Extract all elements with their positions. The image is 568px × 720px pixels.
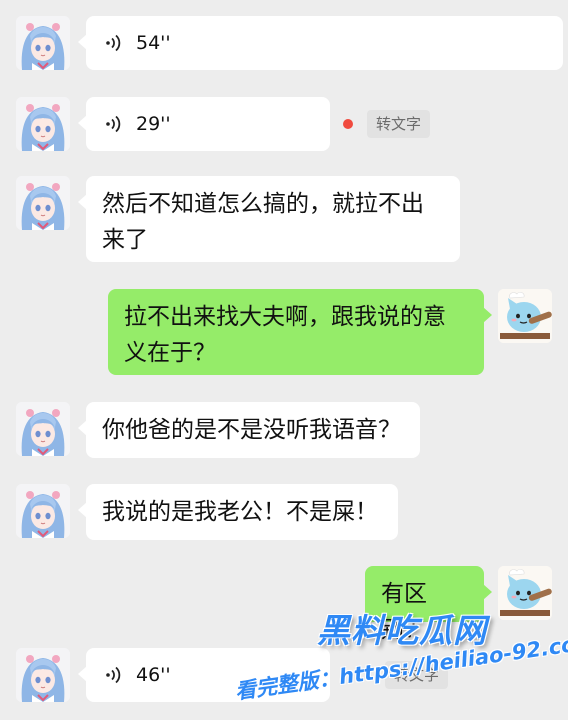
my-avatar[interactable]: [498, 289, 552, 343]
message-text: 拉不出来找大夫啊，跟我说的意义在于？: [124, 304, 446, 366]
transcribe-button[interactable]: 转文字: [367, 110, 431, 138]
contact-avatar[interactable]: [16, 402, 70, 456]
message-text: 然后不知道怎么搞的，就拉不出来了: [102, 191, 424, 253]
contact-avatar[interactable]: [16, 16, 70, 70]
text-message-bubble[interactable]: 你他爸的是不是没听我语音？: [78, 402, 420, 458]
voice-wave-icon: [106, 666, 121, 684]
message-text: 我说的是我老公！不是屎！: [102, 499, 378, 525]
text-message-bubble[interactable]: 拉不出来找大夫啊，跟我说的意义在于？: [108, 289, 492, 375]
voice-duration: 29'': [136, 113, 171, 135]
contact-avatar[interactable]: [16, 648, 70, 702]
contact-avatar[interactable]: [16, 484, 70, 538]
voice-message-bubble[interactable]: 29'': [78, 97, 330, 151]
text-message-bubble[interactable]: 然后不知道怎么搞的，就拉不出来了: [78, 176, 460, 262]
voice-message-bubble[interactable]: 54'': [78, 16, 563, 70]
voice-duration: 54'': [136, 32, 171, 54]
voice-wave-icon: [106, 115, 121, 133]
contact-avatar[interactable]: [16, 176, 70, 230]
unread-dot: [343, 119, 353, 129]
text-message-bubble[interactable]: 我说的是我老公！不是屎！: [78, 484, 398, 540]
voice-duration: 46'': [136, 664, 171, 686]
my-avatar[interactable]: [498, 566, 552, 620]
message-text: 你他爸的是不是没听我语音？: [102, 417, 401, 443]
voice-wave-icon: [106, 34, 121, 52]
contact-avatar[interactable]: [16, 97, 70, 151]
